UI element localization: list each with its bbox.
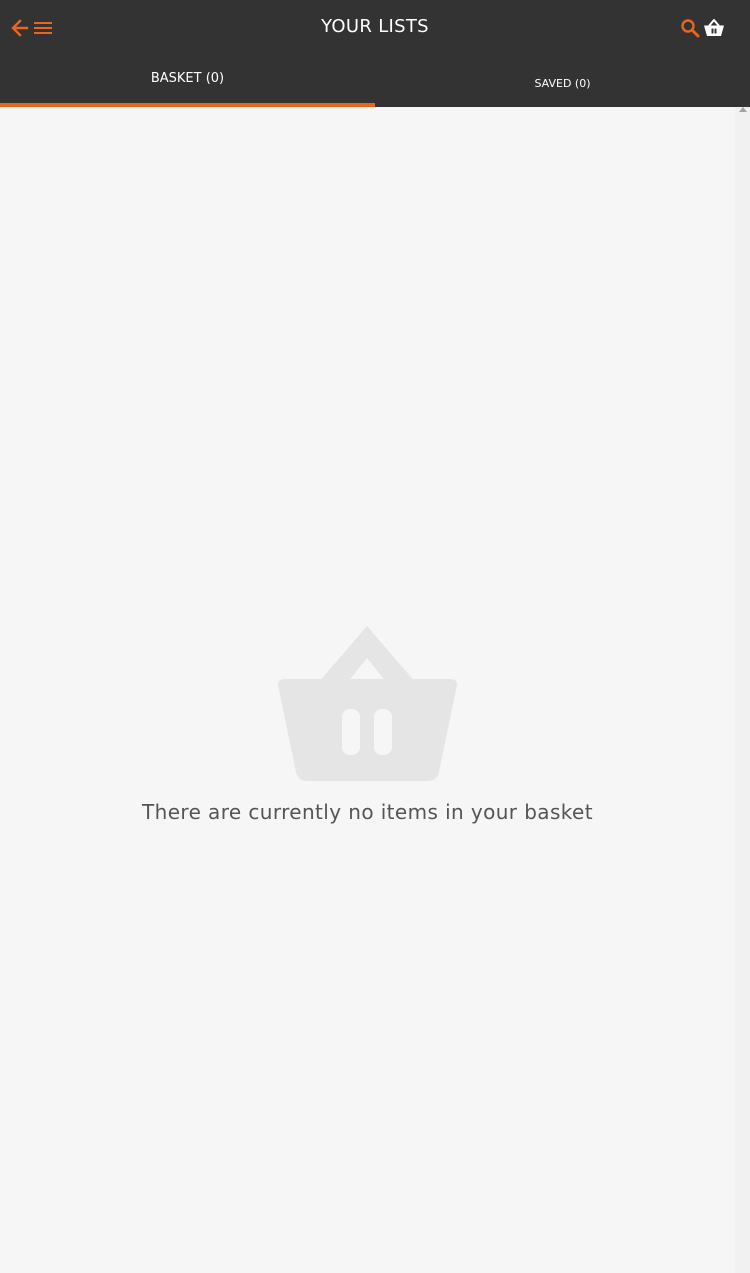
tab-saved[interactable]: SAVED (0) (375, 56, 750, 107)
tab-basket-label: BASKET (0) (150, 71, 225, 86)
basket-button[interactable] (702, 16, 726, 40)
empty-basket-icon (277, 626, 458, 781)
tab-saved-label: SAVED (0) (534, 77, 591, 90)
app: YOUR LISTS BASKET (0) SAVED (0) There ar… (0, 0, 750, 1273)
basket-icon (704, 19, 724, 36)
list-tabs: BASKET (0) SAVED (0) (0, 56, 750, 107)
page-title: YOUR LISTS (321, 16, 429, 37)
app-header: YOUR LISTS BASKET (0) SAVED (0) (0, 0, 750, 107)
active-tab-indicator (0, 103, 375, 107)
search-icon (681, 19, 700, 38)
search-button[interactable] (679, 17, 701, 39)
scroll-up-arrow-icon[interactable] (739, 107, 747, 112)
top-bar: YOUR LISTS (0, 0, 750, 56)
empty-basket-message: There are currently no items in your bas… (142, 800, 593, 824)
scrollbar[interactable] (735, 107, 750, 1273)
tab-basket[interactable]: BASKET (0) (0, 56, 375, 107)
